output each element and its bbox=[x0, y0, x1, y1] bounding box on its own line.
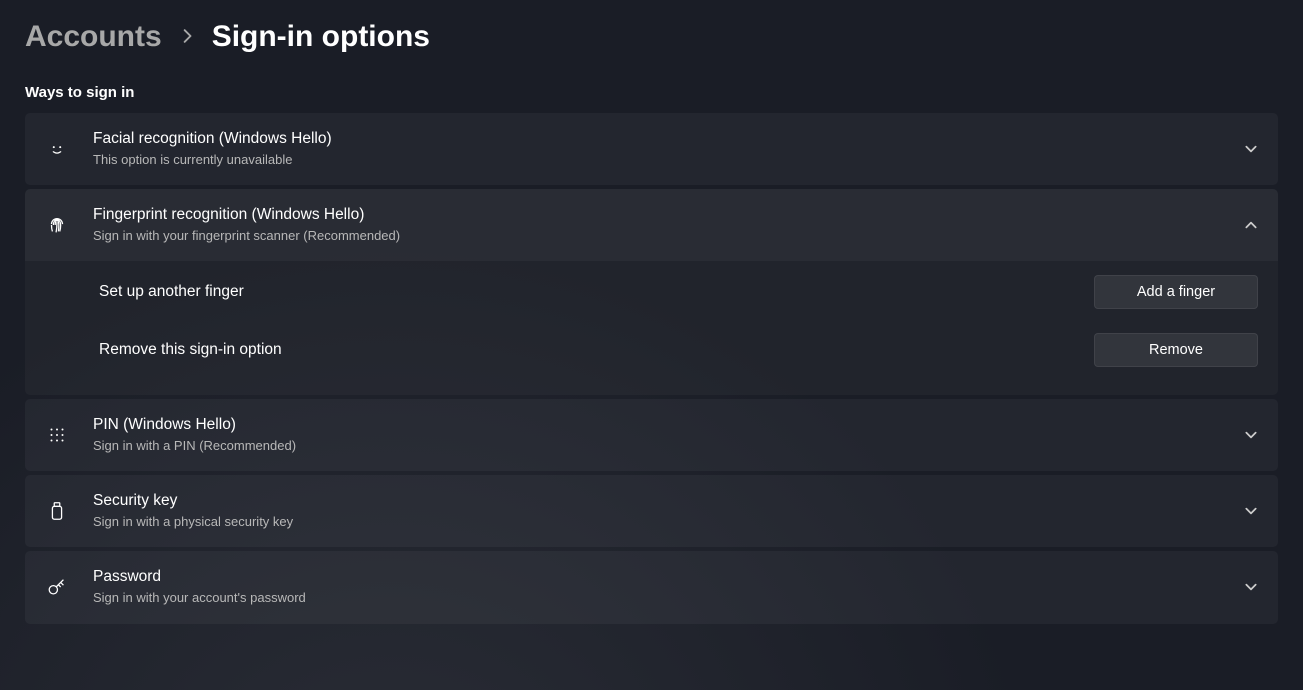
option-subtitle: Sign in with your account's password bbox=[93, 589, 1222, 607]
option-header-pin[interactable]: PIN (Windows Hello) Sign in with a PIN (… bbox=[25, 399, 1278, 471]
setup-finger-label: Set up another finger bbox=[99, 283, 244, 301]
breadcrumb: Accounts Sign-in options bbox=[25, 20, 1278, 54]
page-title: Sign-in options bbox=[212, 20, 430, 54]
remove-option-label: Remove this sign-in option bbox=[99, 341, 282, 359]
option-title: Fingerprint recognition (Windows Hello) bbox=[93, 205, 1222, 226]
option-text: Password Sign in with your account's pas… bbox=[93, 567, 1222, 607]
chevron-down-icon bbox=[1244, 580, 1258, 594]
chevron-up-icon bbox=[1244, 218, 1258, 232]
option-header-facial[interactable]: Facial recognition (Windows Hello) This … bbox=[25, 113, 1278, 185]
option-header-security-key[interactable]: Security key Sign in with a physical sec… bbox=[25, 475, 1278, 547]
option-security-key: Security key Sign in with a physical sec… bbox=[25, 475, 1278, 547]
option-title: PIN (Windows Hello) bbox=[93, 415, 1222, 436]
option-subtitle: Sign in with a physical security key bbox=[93, 513, 1222, 531]
usb-key-icon bbox=[43, 497, 71, 525]
key-icon bbox=[43, 573, 71, 601]
option-header-password[interactable]: Password Sign in with your account's pas… bbox=[25, 551, 1278, 623]
chevron-right-icon bbox=[180, 26, 194, 49]
keypad-icon bbox=[43, 421, 71, 449]
chevron-down-icon bbox=[1244, 142, 1258, 156]
option-password: Password Sign in with your account's pas… bbox=[25, 551, 1278, 623]
option-subtitle: Sign in with your fingerprint scanner (R… bbox=[93, 227, 1222, 245]
remove-option-row: Remove this sign-in option Remove bbox=[45, 323, 1258, 381]
chevron-down-icon bbox=[1244, 428, 1258, 442]
chevron-down-icon bbox=[1244, 504, 1258, 518]
option-facial-recognition: Facial recognition (Windows Hello) This … bbox=[25, 113, 1278, 185]
option-header-fingerprint[interactable]: Fingerprint recognition (Windows Hello) … bbox=[25, 189, 1278, 261]
option-title: Password bbox=[93, 567, 1222, 588]
option-text: PIN (Windows Hello) Sign in with a PIN (… bbox=[93, 415, 1222, 455]
option-subtitle: Sign in with a PIN (Recommended) bbox=[93, 437, 1222, 455]
option-fingerprint-recognition: Fingerprint recognition (Windows Hello) … bbox=[25, 189, 1278, 395]
option-title: Facial recognition (Windows Hello) bbox=[93, 129, 1222, 150]
option-title: Security key bbox=[93, 491, 1222, 512]
option-subtitle: This option is currently unavailable bbox=[93, 151, 1222, 169]
remove-button[interactable]: Remove bbox=[1094, 333, 1258, 367]
breadcrumb-parent-link[interactable]: Accounts bbox=[25, 20, 162, 54]
section-header: Ways to sign in bbox=[25, 84, 1278, 101]
add-finger-button[interactable]: Add a finger bbox=[1094, 275, 1258, 309]
fingerprint-icon bbox=[43, 211, 71, 239]
option-text: Fingerprint recognition (Windows Hello) … bbox=[93, 205, 1222, 245]
option-text: Security key Sign in with a physical sec… bbox=[93, 491, 1222, 531]
option-pin: PIN (Windows Hello) Sign in with a PIN (… bbox=[25, 399, 1278, 471]
face-icon bbox=[43, 135, 71, 163]
option-text: Facial recognition (Windows Hello) This … bbox=[93, 129, 1222, 169]
setup-finger-row: Set up another finger Add a finger bbox=[45, 261, 1258, 323]
option-body-fingerprint: Set up another finger Add a finger Remov… bbox=[25, 261, 1278, 395]
